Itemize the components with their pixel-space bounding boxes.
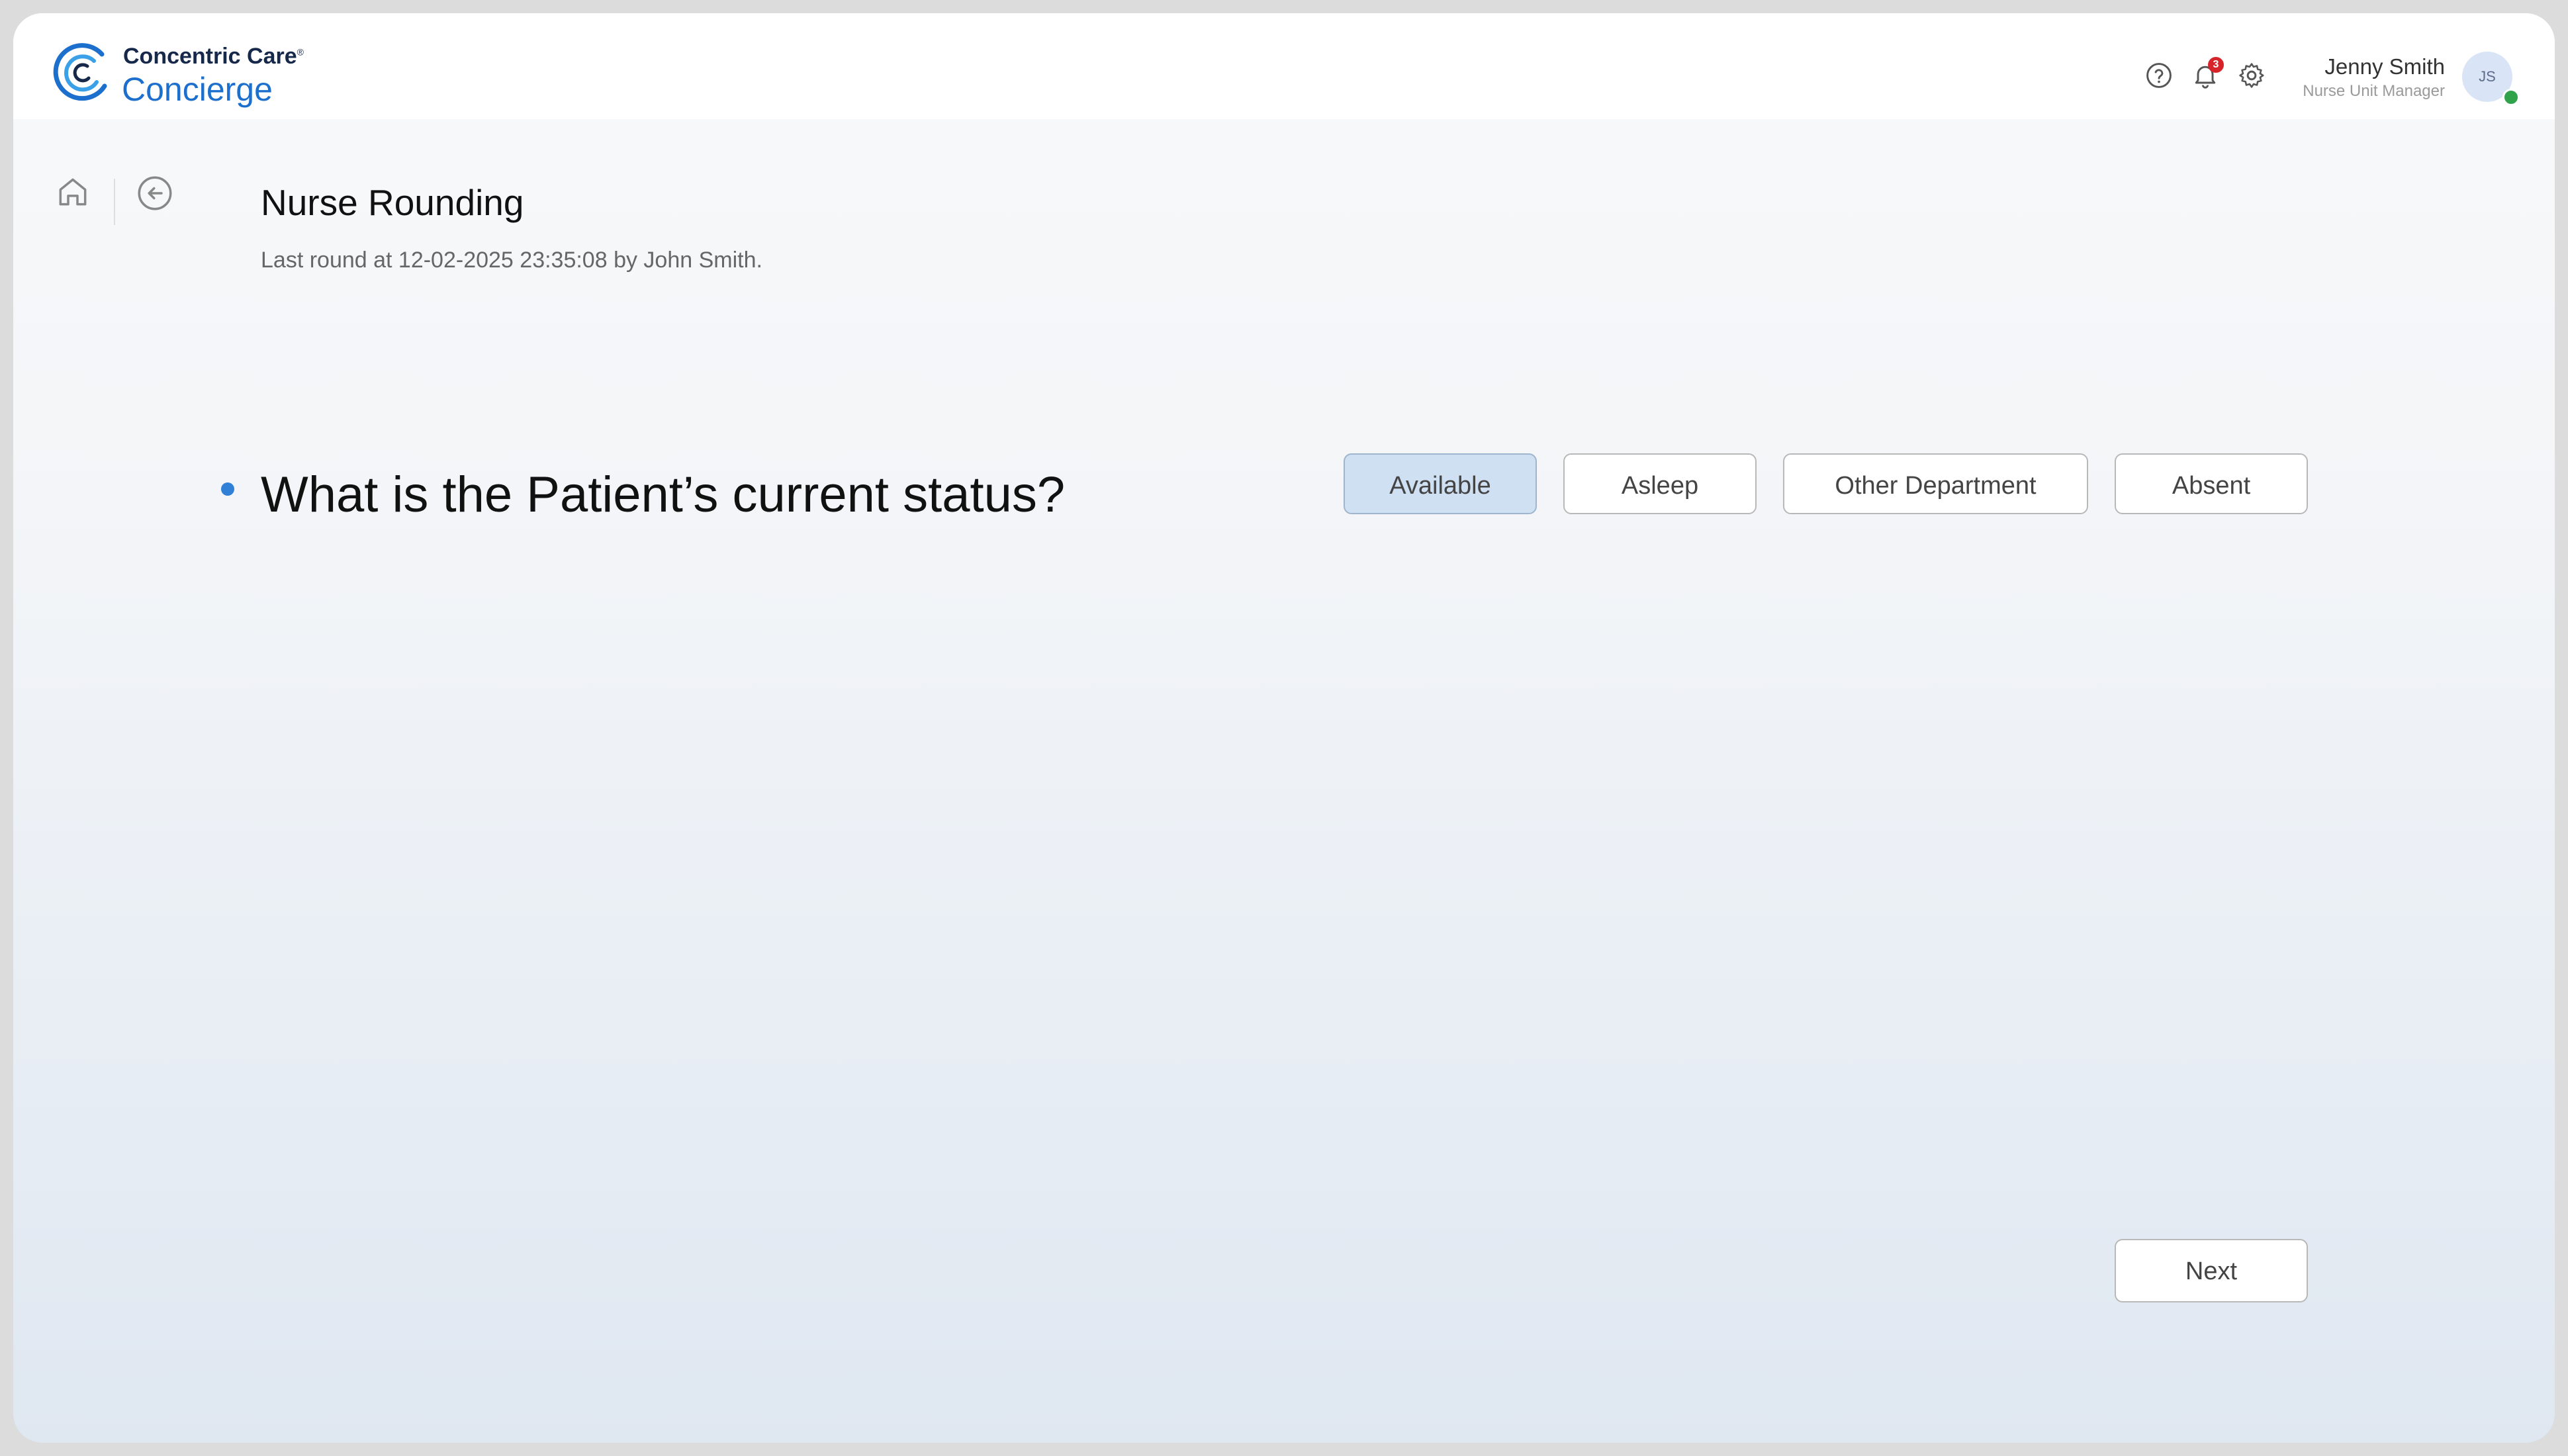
brand-name: Concentric Care® xyxy=(123,44,304,69)
app-window: Concentric Care® Concierge 3 Jenny Smith… xyxy=(13,13,2555,1443)
bell-icon[interactable]: 3 xyxy=(2191,57,2224,90)
question-bullet xyxy=(221,482,234,496)
option-asleep-button[interactable]: Asleep xyxy=(1563,453,1757,514)
option-other-department-button[interactable]: Other Department xyxy=(1783,453,2088,514)
online-status-indicator xyxy=(2502,89,2520,106)
notification-count-badge: 3 xyxy=(2208,57,2224,73)
option-available-button[interactable]: Available xyxy=(1344,453,1537,514)
home-icon[interactable] xyxy=(54,173,91,210)
top-header: Concentric Care® Concierge 3 Jenny Smith… xyxy=(13,13,2555,119)
help-icon[interactable] xyxy=(2144,61,2174,90)
last-round-info: Last round at 12-02-2025 23:35:08 by Joh… xyxy=(261,248,762,273)
product-name: Concierge xyxy=(122,71,273,108)
question-text: What is the Patient’s current status? xyxy=(261,467,1066,523)
nav-divider xyxy=(114,179,115,225)
gear-icon[interactable] xyxy=(2237,61,2266,90)
user-role: Nurse Unit Manager xyxy=(2303,82,2445,100)
next-button[interactable]: Next xyxy=(2115,1239,2308,1302)
back-arrow-icon[interactable] xyxy=(135,173,175,213)
concentric-logo-icon xyxy=(53,43,107,101)
page-title: Nurse Rounding xyxy=(261,182,524,223)
brand-logo[interactable]: Concentric Care® Concierge xyxy=(50,33,328,108)
user-name: Jenny Smith xyxy=(2324,54,2445,79)
option-absent-button[interactable]: Absent xyxy=(2115,453,2308,514)
